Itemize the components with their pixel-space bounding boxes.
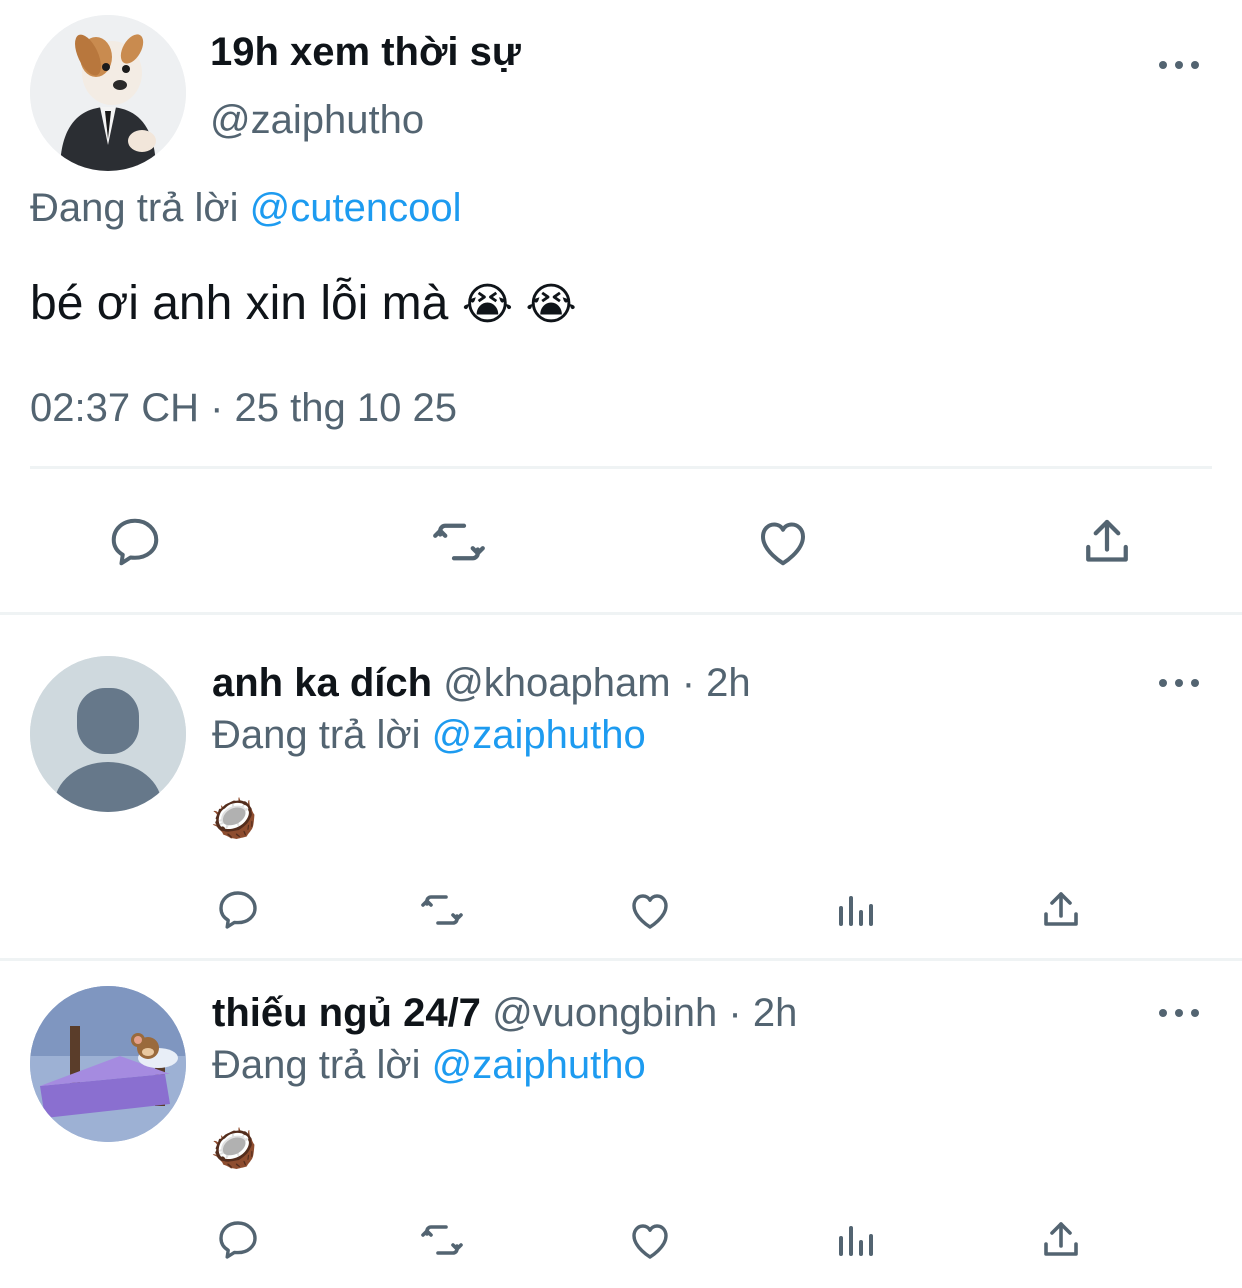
share-button[interactable]: [1037, 886, 1085, 934]
display-name[interactable]: anh ka dích: [212, 661, 432, 705]
like-icon: [761, 522, 805, 566]
retweet-icon: [421, 1225, 463, 1255]
replying-to-link[interactable]: @cutencool: [250, 186, 462, 230]
dot-icon: [1175, 1009, 1183, 1017]
like-button[interactable]: [626, 886, 674, 934]
retweet-icon: [433, 523, 485, 561]
dot-icon: [1159, 61, 1167, 69]
like-button[interactable]: [753, 512, 813, 572]
reply-icon: [219, 1221, 257, 1259]
replying-to-line: Đang trả lời @zaiphutho: [212, 713, 646, 757]
tweet-text: bé ơi anh xin lỗi mà: [30, 277, 449, 330]
reply-button[interactable]: [214, 886, 262, 934]
retweet-button[interactable]: [417, 886, 467, 934]
replying-to-line: Đang trả lời @zaiphutho: [212, 1043, 646, 1087]
retweet-icon: [421, 895, 463, 925]
like-button[interactable]: [626, 1216, 674, 1264]
reply-icon: [219, 891, 257, 929]
inner-divider: [30, 466, 1212, 469]
avatar[interactable]: [30, 656, 186, 812]
tweet-text-line: bé ơi anh xin lỗi mà 😭 😭: [30, 277, 577, 332]
default-avatar-icon: [30, 656, 186, 812]
share-icon: [1044, 1222, 1078, 1256]
views-icon: [839, 896, 873, 926]
display-name[interactable]: 19h xem thời sự: [210, 30, 521, 74]
handle-and-time[interactable]: @vuongbinh · 2h: [492, 991, 797, 1035]
reply-button[interactable]: [105, 512, 165, 572]
views-button[interactable]: [833, 886, 881, 934]
coconut-emoji: 🥥: [210, 798, 258, 840]
share-button[interactable]: [1077, 512, 1137, 572]
reply-header: anh ka dích @khoapham · 2h: [212, 661, 751, 705]
dot-icon: [1159, 679, 1167, 687]
avatar[interactable]: [30, 15, 186, 171]
dot-icon: [1191, 1009, 1199, 1017]
share-icon: [1044, 892, 1078, 926]
dot-icon: [1175, 61, 1183, 69]
display-name[interactable]: thiếu ngủ 24/7: [212, 991, 481, 1035]
coconut-emoji: 🥥: [210, 1128, 258, 1170]
more-options-button[interactable]: [1159, 55, 1199, 75]
dot-icon: [1191, 61, 1199, 69]
handle-and-time[interactable]: @khoapham · 2h: [443, 661, 750, 705]
handle[interactable]: @zaiphutho: [210, 98, 424, 142]
share-button[interactable]: [1037, 1216, 1085, 1264]
retweet-button[interactable]: [417, 1216, 467, 1264]
views-button[interactable]: [833, 1216, 881, 1264]
timestamp[interactable]: 02:37 CH · 25 thg 10 25: [30, 386, 457, 430]
replying-to-link[interactable]: @zaiphutho: [432, 713, 646, 757]
share-icon: [1086, 519, 1128, 562]
views-icon: [839, 1226, 873, 1256]
dot-icon: [1191, 679, 1199, 687]
dog-in-suit-avatar-icon: [30, 15, 186, 171]
avatar[interactable]: [30, 986, 186, 1142]
dot-icon: [1175, 679, 1183, 687]
replying-label: Đang trả lời: [30, 186, 239, 230]
like-icon: [632, 1224, 668, 1259]
section-divider: [0, 958, 1242, 961]
crying-emoji: 😭 😭: [461, 280, 577, 329]
replying-label: Đang trả lời: [212, 1043, 421, 1087]
sleeping-mouse-avatar-icon: [30, 986, 186, 1142]
replying-to-link[interactable]: @zaiphutho: [432, 1043, 646, 1087]
more-options-button[interactable]: [1159, 1003, 1199, 1023]
section-divider: [0, 612, 1242, 615]
reply-icon: [111, 518, 159, 566]
replying-label: Đang trả lời: [212, 713, 421, 757]
reply-button[interactable]: [214, 1216, 262, 1264]
retweet-button[interactable]: [428, 512, 490, 572]
dot-icon: [1159, 1009, 1167, 1017]
like-icon: [632, 894, 668, 929]
reply-header: thiếu ngủ 24/7 @vuongbinh · 2h: [212, 991, 797, 1035]
replying-to-line: Đang trả lời @cutencool: [30, 186, 462, 230]
more-options-button[interactable]: [1159, 673, 1199, 693]
